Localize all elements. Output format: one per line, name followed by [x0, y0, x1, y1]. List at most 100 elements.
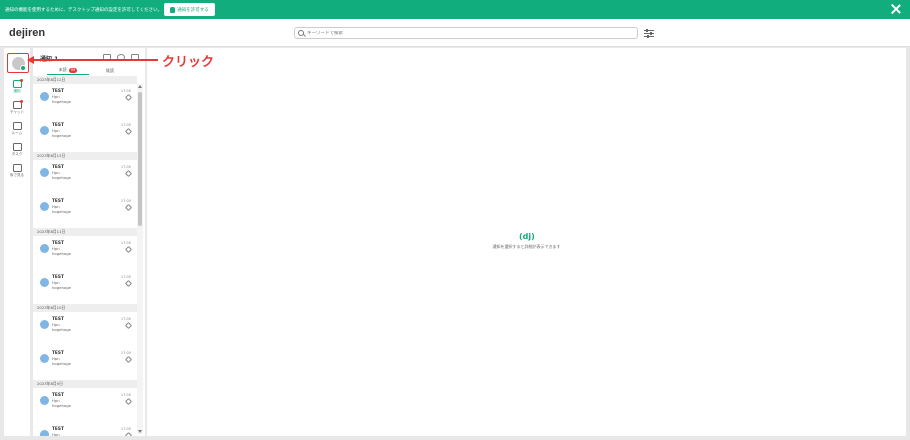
rail-item-room[interactable]: ルーム [4, 120, 30, 140]
item-body: hogehoge [52, 361, 71, 366]
notification-panel: 通知 1 未読 99 既読 2023年8月12日TESTHpnhogehoge1… [33, 48, 145, 436]
notification-tabs: 未読 99 既読 [47, 66, 131, 75]
list-item[interactable]: TESTHpnhogehoge17:00 [33, 236, 137, 270]
list-item[interactable]: TESTHpnhogehoge17:00 [33, 194, 137, 228]
item-time: 17:00 [120, 427, 131, 431]
list-item[interactable]: TESTHpnhogehoge17:00 [33, 346, 137, 380]
list-item[interactable]: TESTHpnhogehoge17:00 [33, 312, 137, 346]
search-input[interactable] [307, 30, 627, 36]
item-body: hogehoge [52, 285, 71, 290]
unread-count-badge: 99 [68, 67, 78, 73]
tag-icon[interactable] [124, 169, 133, 178]
item-time: 17:00 [120, 199, 131, 203]
list-item[interactable]: TESTHpnhogehoge17:00 [33, 388, 137, 422]
close-icon[interactable] [890, 3, 902, 15]
bell-icon [170, 6, 176, 13]
allow-notifications-button[interactable]: 通知を許可する [164, 3, 215, 16]
list-item[interactable]: TESTHpnhogehoge17:00 [33, 160, 137, 194]
avatar [40, 320, 49, 329]
item-time: 17:00 [120, 165, 131, 169]
tag-icon[interactable] [124, 203, 133, 212]
rail-label: 通知 [13, 89, 21, 93]
date-header: 2023年8月9日 [33, 380, 137, 388]
avatar [40, 92, 49, 101]
item-body: hogehoge [52, 403, 71, 408]
avatar [40, 168, 49, 177]
rail-item-notifications[interactable]: 通知 [4, 78, 30, 98]
rail-item-chat[interactable]: チャット [4, 99, 30, 119]
list-item[interactable]: TESTHpnhogehoge17:00 [33, 118, 137, 152]
callout-arrow-icon [27, 56, 34, 64]
item-time: 17:00 [120, 89, 131, 93]
banner-text: 通知の機能を使用するために、デスクトップ通知の設定を許可してください。 [5, 7, 163, 13]
room-icon [12, 122, 22, 130]
tab-label: 未読 [58, 67, 67, 72]
search-icon [298, 30, 304, 36]
date-header: 2023年8月12日 [33, 152, 137, 160]
avatar [40, 244, 49, 253]
detail-pane: (dj) 通知を選択すると詳細が表示できます [147, 48, 906, 436]
item-sender: Hpn [52, 432, 60, 436]
item-body: hogehoge [52, 175, 71, 180]
avatar [40, 202, 49, 211]
item-time: 17:00 [120, 393, 131, 397]
app-header: dejiren [0, 19, 910, 47]
allow-notifications-label: 通知を許可する [177, 7, 209, 13]
rail-label: タスク [11, 152, 23, 156]
rail-item-task[interactable]: タスク [4, 141, 30, 161]
item-body: hogehoge [52, 209, 71, 214]
item-body: hogehoge [52, 133, 71, 138]
tag-icon[interactable] [124, 321, 133, 330]
tag-icon[interactable] [124, 93, 133, 102]
item-time: 17:00 [120, 275, 131, 279]
tag-icon[interactable] [124, 279, 133, 288]
avatar [40, 126, 49, 135]
callout-arrow-line [32, 59, 158, 61]
scroll-up-icon[interactable] [138, 85, 142, 88]
left-rail: 通知 チャット ルーム タスク 後で見る [4, 48, 30, 436]
user-avatar-button[interactable] [7, 53, 29, 73]
tab-read[interactable]: 既読 [89, 66, 131, 75]
rail-label: ルーム [11, 131, 23, 135]
chat-icon [12, 100, 23, 109]
item-time: 17:00 [120, 123, 131, 127]
notification-list: 2023年8月12日 TEST Hpn hogehoge 17:00 TEST Hpn hog… [33, 76, 137, 436]
tag-icon[interactable] [124, 431, 133, 436]
scroll-down-icon[interactable] [138, 430, 142, 433]
avatar [40, 430, 49, 436]
app-logo[interactable]: dejiren [9, 27, 45, 39]
item-body: hogehoge [52, 99, 71, 104]
filter-settings-icon[interactable] [644, 28, 654, 38]
tag-icon[interactable] [124, 397, 133, 406]
notification-permission-banner: 通知の機能を使用するために、デスクトップ通知の設定を許可してください。 通知を許… [0, 0, 910, 19]
notification-icon [12, 79, 23, 88]
avatar [11, 56, 26, 71]
rail-item-later[interactable]: 後で見る [4, 162, 30, 182]
dejiren-logo-icon: (dj) [519, 232, 535, 241]
date-header: 2023年8月10日 [33, 304, 137, 312]
avatar [40, 278, 49, 287]
item-time: 17:00 [120, 351, 131, 355]
tag-icon[interactable] [124, 127, 133, 136]
scrollbar[interactable] [137, 84, 143, 434]
clipboard-icon [12, 143, 22, 151]
item-time: 17:00 [120, 317, 131, 321]
avatar [40, 354, 49, 363]
list-item[interactable]: TESTHpnhogehoge17:00 [33, 84, 137, 118]
date-header: 2023年8月12日 [33, 76, 137, 84]
item-body: hogehoge [52, 327, 71, 332]
list-item[interactable]: TESTHpnhogehoge17:00 [33, 422, 137, 436]
callout-text: クリック [162, 55, 215, 70]
search-box[interactable] [294, 27, 638, 39]
avatar [40, 396, 49, 405]
tag-icon[interactable] [124, 245, 133, 254]
tab-unread[interactable]: 未読 99 [47, 66, 89, 75]
date-header: 2023年8月11日 [33, 228, 137, 236]
rail-label: チャット [10, 110, 24, 114]
list-item[interactable]: TESTHpnhogehoge17:00 [33, 270, 137, 304]
empty-state-text: 通知を選択すると詳細が表示できます [492, 244, 561, 249]
item-body: hogehoge [52, 251, 71, 256]
scroll-thumb[interactable] [138, 92, 142, 226]
tag-icon [12, 164, 22, 172]
tag-icon[interactable] [124, 355, 133, 364]
